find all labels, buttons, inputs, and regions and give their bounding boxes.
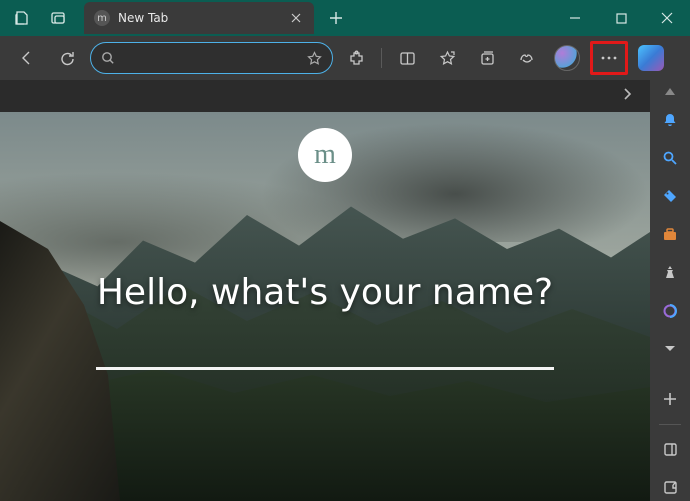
window-minimize-button[interactable] (552, 0, 598, 36)
sidebar-tools-button[interactable] (656, 221, 684, 247)
ntp-name-input[interactable] (96, 367, 554, 370)
sidebar-hide-button[interactable] (656, 437, 684, 463)
sidebar-search-button[interactable] (656, 145, 684, 171)
sidebar-add-button[interactable] (656, 386, 684, 412)
copilot-icon (638, 45, 664, 71)
edge-sidebar (650, 80, 690, 501)
sidebar-games-button[interactable] (656, 259, 684, 285)
profile-button[interactable] (550, 41, 584, 75)
ntp-forward-button[interactable] (614, 81, 640, 107)
sidebar-shopping-button[interactable] (656, 183, 684, 209)
favorites-button[interactable] (430, 41, 464, 75)
toolbar (0, 36, 690, 80)
copilot-button[interactable] (634, 41, 668, 75)
search-icon (101, 51, 115, 65)
tab-close-button[interactable] (288, 10, 304, 26)
sidebar-bell-button[interactable] (656, 107, 684, 133)
more-button[interactable] (595, 46, 623, 70)
titlebar: m New Tab (0, 0, 690, 36)
split-screen-button[interactable] (390, 41, 424, 75)
sidebar-more-button[interactable] (656, 336, 684, 362)
ntp-brand-logo: m (298, 128, 352, 182)
sidebar-m365-button[interactable] (656, 298, 684, 324)
new-tab-button[interactable] (322, 4, 350, 32)
content-area: m Hello, what's your name? (0, 80, 650, 501)
favorite-icon[interactable] (307, 51, 322, 66)
tab-actions-button[interactable] (42, 2, 74, 34)
window-close-button[interactable] (644, 0, 690, 36)
annotation-highlight (590, 41, 628, 75)
window-maximize-button[interactable] (598, 0, 644, 36)
browser-tab[interactable]: m New Tab (84, 2, 314, 34)
back-button[interactable] (10, 41, 44, 75)
ntp-brand-letter: m (314, 139, 336, 171)
address-bar[interactable] (90, 42, 333, 74)
extensions-button[interactable] (339, 41, 373, 75)
collections-button[interactable] (470, 41, 504, 75)
browser-essentials-button[interactable] (510, 41, 544, 75)
address-input[interactable] (123, 51, 299, 66)
tab-favicon: m (94, 10, 110, 26)
ntp-background: m Hello, what's your name? (0, 112, 650, 501)
tab-title: New Tab (118, 11, 168, 25)
ntp-greeting: Hello, what's your name? (0, 272, 650, 313)
workspaces-button[interactable] (6, 2, 38, 34)
sidebar-settings-button[interactable] (656, 475, 684, 501)
sidebar-scroll-up[interactable] (665, 88, 675, 95)
refresh-button[interactable] (50, 41, 84, 75)
avatar-icon (554, 45, 580, 71)
